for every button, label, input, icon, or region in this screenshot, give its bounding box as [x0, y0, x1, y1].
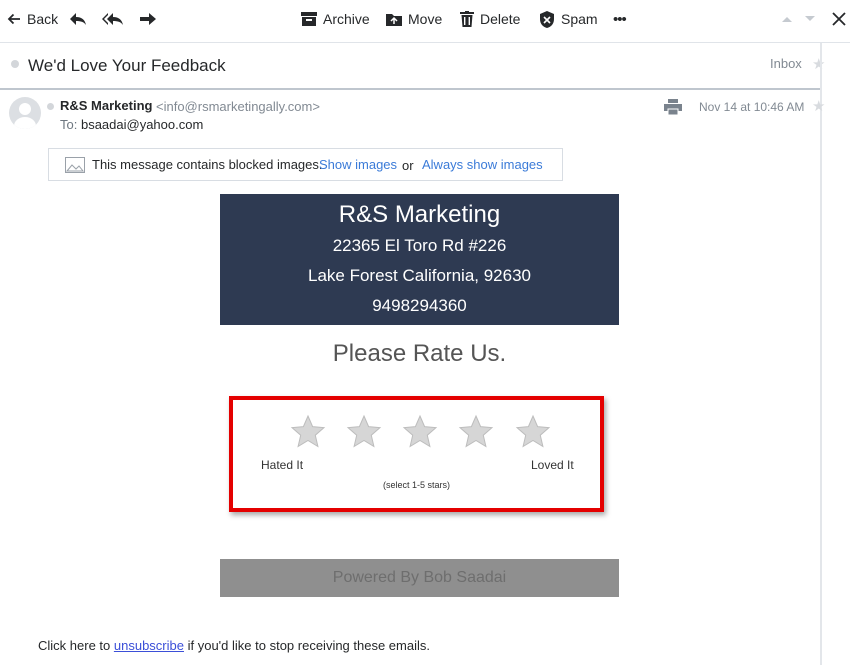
next-message-button[interactable] [804, 8, 816, 30]
show-images-link[interactable]: Show images [319, 157, 397, 172]
rating-star-5-icon[interactable] [515, 414, 551, 450]
sender-email: <info@rsmarketingally.com> [156, 99, 320, 114]
reply-all-icon [102, 11, 124, 27]
message-date: Nov 14 at 10:46 AM [699, 100, 805, 114]
powered-by-banner: Powered By Bob Saadai [220, 559, 619, 597]
footer-prefix: Click here to [38, 638, 111, 653]
rating-star-2-icon[interactable] [346, 414, 382, 450]
reply-all-button[interactable] [102, 8, 124, 30]
sender-dot-icon [47, 103, 54, 110]
archive-label: Archive [323, 11, 370, 27]
rate-title: Please Rate Us. [332, 340, 507, 367]
message-star-icon[interactable]: ★ [812, 97, 825, 115]
message-subject: We'd Love Your Feedback [28, 56, 226, 75]
recipient-address[interactable]: bsaadai@yahoo.com [81, 117, 203, 132]
toolbar: Back Archive Move Delete Spam ••• [0, 0, 850, 40]
rating-star-1-icon[interactable] [290, 414, 326, 450]
archive-icon [301, 12, 317, 26]
footer-suffix: if you'd like to stop receiving these em… [187, 638, 430, 653]
trash-icon [460, 11, 474, 27]
to-label: To: [60, 117, 78, 132]
forward-icon [139, 11, 157, 27]
rating-widget: Hated It Loved It (select 1-5 stars) [229, 396, 604, 512]
blocked-images-text: This message contains blocked images. [92, 157, 323, 172]
chevron-down-icon [804, 15, 816, 23]
previous-message-button[interactable] [781, 8, 793, 30]
company-banner: R&S Marketing 22365 El Toro Rd #226 Lake… [220, 194, 619, 325]
unsubscribe-footer: Click here to unsubscribe if you'd like … [38, 638, 430, 653]
more-icon: ••• [613, 10, 627, 28]
print-icon[interactable] [664, 99, 682, 120]
blocked-images-notice: This message contains blocked images. Sh… [48, 148, 563, 181]
rating-hint: (select 1-5 stars) [382, 480, 451, 490]
arrow-left-icon [7, 12, 21, 26]
star-icon[interactable]: ★ [812, 55, 825, 73]
forward-button[interactable] [139, 8, 157, 30]
company-address-line2: Lake Forest California, 92630 [307, 266, 532, 285]
subject-divider [0, 88, 822, 90]
rating-low-label: Hated It [261, 458, 304, 472]
close-button[interactable] [832, 8, 846, 30]
move-label: Move [408, 11, 443, 27]
pane-edge [820, 43, 822, 665]
move-button[interactable]: Move [386, 8, 442, 30]
chevron-up-icon [781, 15, 793, 23]
avatar [9, 97, 41, 129]
delete-label: Delete [480, 11, 521, 27]
recipient-row: To: bsaadai@yahoo.com [60, 117, 203, 132]
move-folder-icon [386, 12, 402, 26]
close-icon [832, 12, 846, 26]
mail-window: Back Archive Move Delete Spam ••• We'd L… [0, 0, 850, 665]
always-show-images-link[interactable]: Always show images [422, 157, 543, 172]
reply-icon [69, 11, 87, 27]
company-name: R&S Marketing [338, 201, 501, 228]
rating-star-3-icon[interactable] [402, 414, 438, 450]
unread-dot-icon[interactable] [11, 60, 19, 68]
reply-button[interactable] [69, 8, 87, 30]
delete-button[interactable]: Delete [460, 8, 520, 30]
shield-icon [539, 10, 555, 28]
unsubscribe-link[interactable]: unsubscribe [114, 638, 184, 653]
company-address-line1: 22365 El Toro Rd #226 [332, 236, 507, 255]
subject-row: We'd Love Your Feedback Inbox ★ [0, 43, 825, 88]
rating-high-label: Loved It [531, 458, 574, 472]
rating-star-4-icon[interactable] [458, 414, 494, 450]
back-button[interactable]: Back [7, 8, 58, 30]
back-label: Back [27, 11, 59, 27]
spam-label: Spam [561, 11, 598, 27]
spam-button[interactable]: Spam [539, 8, 598, 30]
or-text: or [402, 158, 414, 173]
archive-button[interactable]: Archive [301, 8, 370, 30]
company-phone: 9498294360 [372, 296, 467, 315]
image-icon [65, 157, 85, 176]
sender-name[interactable]: R&S Marketing [60, 98, 152, 113]
more-actions-button[interactable]: ••• [613, 8, 627, 30]
folder-label[interactable]: Inbox [770, 56, 802, 71]
